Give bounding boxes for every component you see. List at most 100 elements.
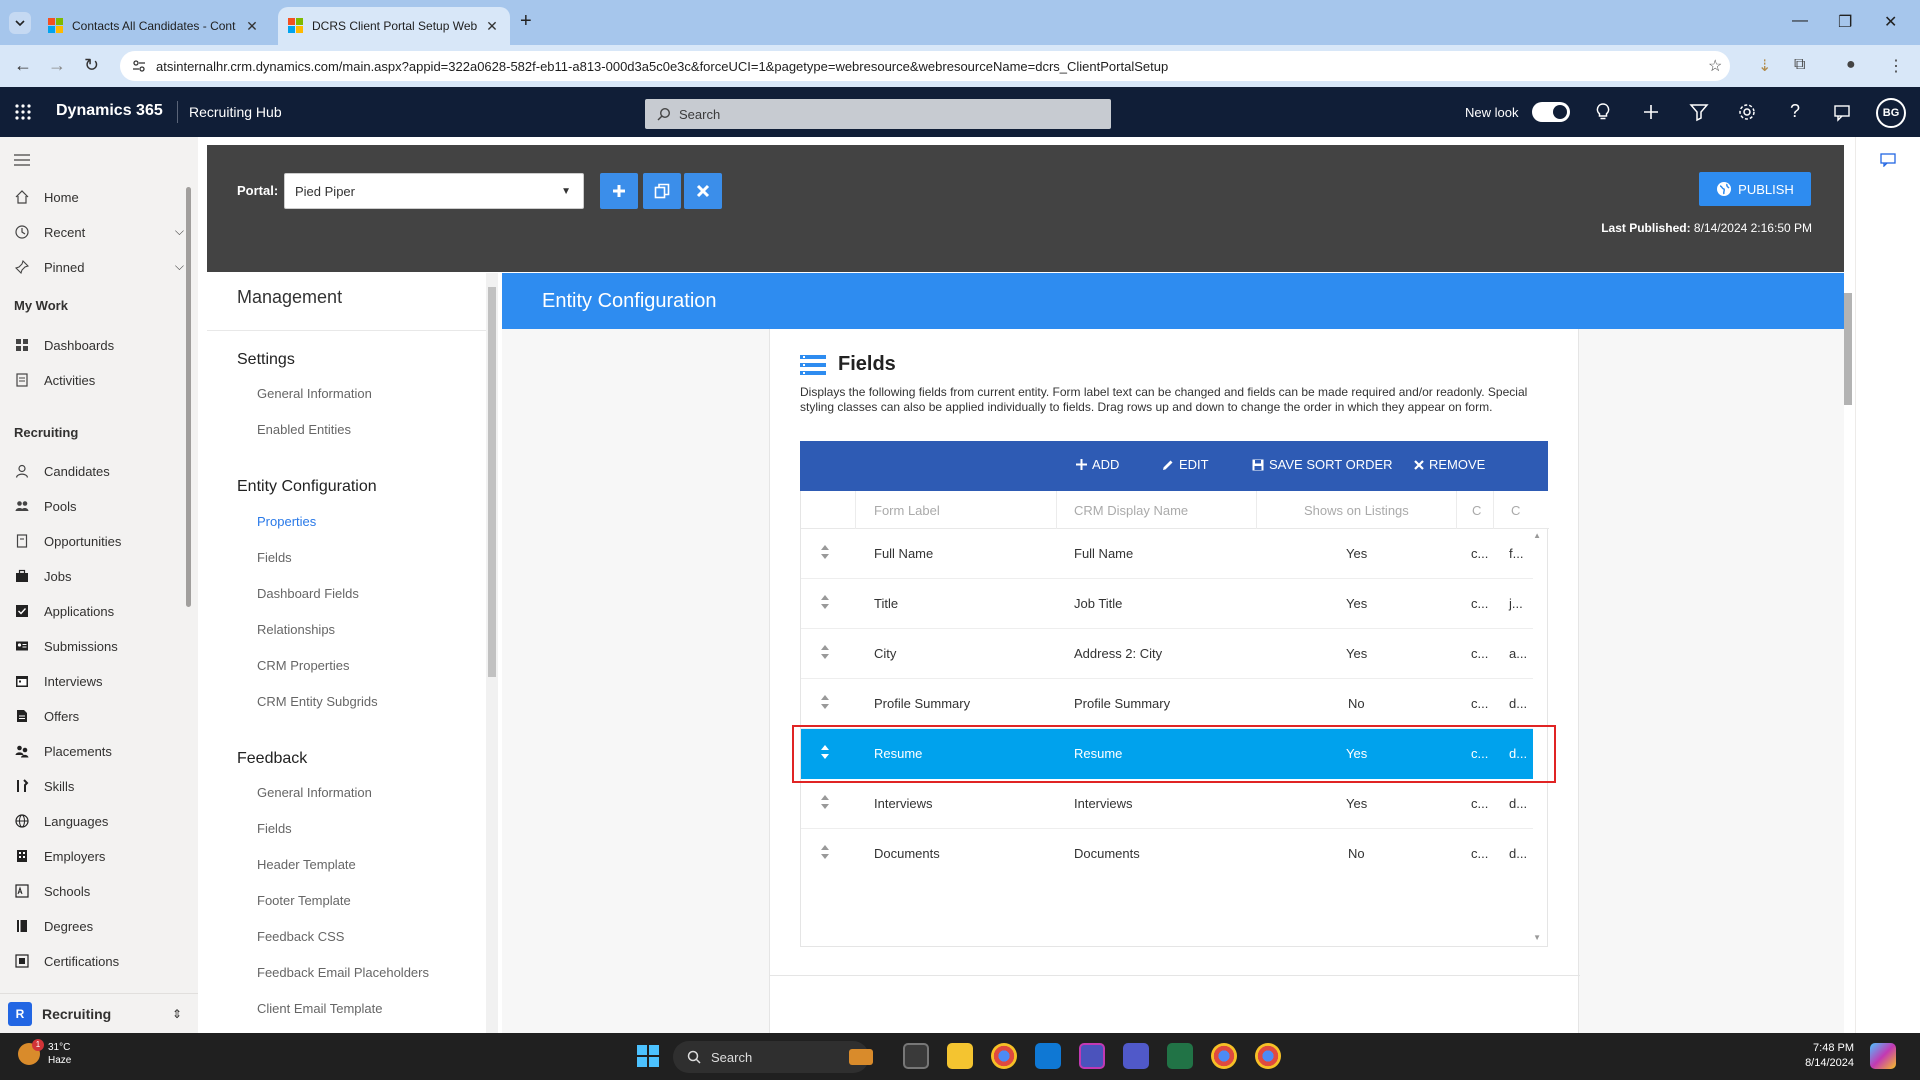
app-name[interactable]: Recruiting Hub — [189, 104, 282, 120]
download-icon[interactable]: ⇣ — [1758, 56, 1771, 76]
save-sort-order-button[interactable]: SAVE SORT ORDER — [1252, 457, 1393, 472]
sitemap-item-opportunities[interactable]: Opportunities — [14, 533, 186, 549]
drag-handle-icon[interactable] — [821, 845, 829, 859]
file-explorer-icon[interactable] — [947, 1043, 973, 1069]
sitemap-item-jobs[interactable]: Jobs — [14, 568, 186, 584]
sitemap-item-dashboards[interactable]: Dashboards — [14, 337, 186, 353]
chat-icon[interactable] — [1832, 101, 1854, 123]
link-crm-entity-subgrids[interactable]: CRM Entity Subgrids — [257, 694, 378, 709]
link-feedback-general-information[interactable]: General Information — [257, 785, 372, 800]
add-button[interactable]: ADD — [1076, 457, 1119, 472]
restore-icon[interactable]: ❐ — [1838, 12, 1852, 32]
column-form-label[interactable]: Form Label — [874, 503, 940, 518]
task-view-icon[interactable] — [903, 1043, 929, 1069]
column-c2[interactable]: C — [1511, 503, 1520, 518]
publish-button[interactable]: PUBLISH — [1699, 172, 1811, 206]
sitemap-item-employers[interactable]: Employers — [14, 848, 186, 864]
more-menu-icon[interactable]: ⋮ — [1888, 56, 1904, 76]
sitemap-item-schools[interactable]: Schools — [14, 883, 186, 899]
link-header-template[interactable]: Header Template — [257, 857, 356, 872]
sitemap-item-offers[interactable]: Offers — [14, 708, 186, 724]
sitemap-item-pools[interactable]: Pools — [14, 498, 186, 514]
sitemap-item-home[interactable]: Home — [14, 189, 186, 205]
windows-start-icon[interactable] — [637, 1045, 659, 1067]
plus-icon[interactable] — [1640, 101, 1662, 123]
chat-icon[interactable] — [1880, 153, 1896, 167]
help-icon[interactable]: ? — [1784, 101, 1806, 123]
edit-button[interactable]: EDIT — [1162, 457, 1209, 472]
sitemap-item-applications[interactable]: Applications — [14, 603, 186, 619]
sitemap-item-interviews[interactable]: Interviews — [14, 673, 186, 689]
add-portal-button[interactable] — [600, 173, 638, 209]
sitemap-item-degrees[interactable]: Degrees — [14, 918, 186, 934]
browser-tab-contacts[interactable]: Contacts All Candidates - Cont ✕ — [38, 7, 270, 45]
back-arrow-icon[interactable]: ← — [14, 55, 32, 76]
drag-handle-icon[interactable] — [821, 795, 829, 809]
close-icon[interactable]: ✕ — [484, 18, 500, 35]
sitemap-item-certifications[interactable]: Certifications — [14, 953, 186, 969]
drag-handle-icon[interactable] — [821, 695, 829, 709]
link-properties[interactable]: Properties — [257, 514, 316, 529]
column-shows-on-listings[interactable]: Shows on Listings — [1304, 503, 1409, 518]
scrollbar-thumb[interactable] — [488, 287, 496, 677]
table-row[interactable]: Full Name Full Name Yes c... f... — [801, 529, 1533, 579]
chevron-down-icon[interactable]: ⌵ — [175, 224, 184, 239]
column-c1[interactable]: C — [1472, 503, 1481, 518]
new-look-toggle[interactable] — [1532, 102, 1570, 122]
sitemap-item-submissions[interactable]: Submissions — [14, 638, 186, 654]
management-scrollbar[interactable] — [486, 273, 498, 1033]
scrollbar-thumb[interactable] — [1844, 293, 1852, 405]
area-switcher[interactable]: R Recruiting ⇕ — [0, 993, 198, 1033]
gear-icon[interactable] — [1736, 101, 1758, 123]
tab-search-menu-button[interactable] — [9, 12, 31, 34]
outlook-icon[interactable] — [1035, 1043, 1061, 1069]
sitemap-item-languages[interactable]: Languages — [14, 813, 186, 829]
filter-icon[interactable] — [1688, 101, 1710, 123]
scroll-up-arrow-icon[interactable]: ▲ — [1533, 531, 1541, 540]
reload-icon[interactable]: ↻ — [84, 55, 99, 76]
link-feedback-css[interactable]: Feedback CSS — [257, 929, 344, 944]
sitemap-item-placements[interactable]: Placements — [14, 743, 186, 759]
bookmark-star-icon[interactable]: ☆ — [1708, 56, 1722, 76]
chrome-icon[interactable] — [991, 1043, 1017, 1069]
link-footer-template[interactable]: Footer Template — [257, 893, 351, 908]
forward-arrow-icon[interactable]: → — [48, 55, 66, 76]
sitemap-item-pinned[interactable]: Pinned ⌵ — [14, 259, 186, 275]
site-settings-icon[interactable] — [132, 59, 146, 73]
d365-title[interactable]: Dynamics 365 — [56, 102, 163, 120]
teams-classic-icon[interactable] — [1123, 1043, 1149, 1069]
app-launcher-waffle-icon[interactable] — [14, 103, 32, 121]
chevron-updown-icon[interactable]: ⇕ — [172, 1007, 182, 1021]
url-field[interactable]: atsinternalhr.crm.dynamics.com/main.aspx… — [120, 51, 1730, 81]
chrome-profile-2-icon[interactable] — [1255, 1043, 1281, 1069]
sitemap-item-activities[interactable]: Activities — [14, 372, 186, 388]
close-icon[interactable]: ✕ — [244, 18, 260, 35]
link-dashboard-fields[interactable]: Dashboard Fields — [257, 586, 359, 601]
link-settings-general-information[interactable]: General Information — [257, 386, 372, 401]
sitemap-scrollbar[interactable] — [186, 187, 191, 607]
drag-handle-icon[interactable] — [821, 595, 829, 609]
drag-handle-icon[interactable] — [821, 545, 829, 559]
drag-handle-icon[interactable] — [821, 645, 829, 659]
link-fields[interactable]: Fields — [257, 550, 292, 565]
link-client-email-template[interactable]: Client Email Template — [257, 1001, 382, 1016]
window-close-icon[interactable]: ✕ — [1884, 12, 1897, 32]
teams-icon[interactable] — [1079, 1043, 1105, 1069]
table-row[interactable]: Documents Documents No c... d... — [801, 829, 1533, 879]
browser-tab-portal-setup[interactable]: DCRS Client Portal Setup Web ✕ — [278, 7, 510, 45]
remove-button[interactable]: REMOVE — [1414, 457, 1485, 472]
link-feedback-fields[interactable]: Fields — [257, 821, 292, 836]
taskbar-search[interactable]: Search — [673, 1041, 873, 1073]
profile-icon[interactable]: ● — [1846, 56, 1856, 74]
copilot-icon[interactable] — [1870, 1043, 1896, 1069]
new-tab-plus-icon[interactable]: + — [520, 10, 532, 33]
system-clock[interactable]: 7:48 PM 8/14/2024 — [1782, 1041, 1854, 1071]
sitemap-item-recent[interactable]: Recent ⌵ — [14, 224, 186, 240]
column-crm-display-name[interactable]: CRM Display Name — [1074, 503, 1188, 518]
copy-portal-button[interactable] — [643, 173, 681, 209]
table-row[interactable]: City Address 2: City Yes c... a... — [801, 629, 1533, 679]
link-enabled-entities[interactable]: Enabled Entities — [257, 422, 351, 437]
chrome-profile-icon[interactable] — [1211, 1043, 1237, 1069]
global-search-input[interactable]: Search — [645, 99, 1111, 129]
sitemap-item-skills[interactable]: Skills — [14, 778, 186, 794]
